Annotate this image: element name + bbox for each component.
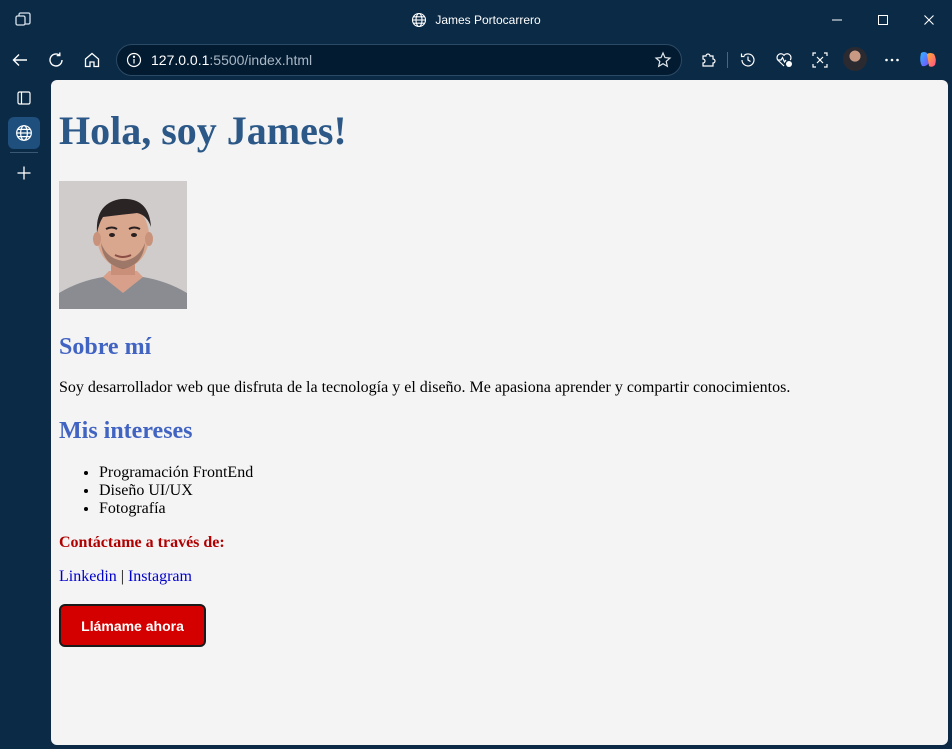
globe-icon — [16, 125, 32, 141]
home-icon — [84, 52, 100, 68]
back-button[interactable] — [6, 46, 34, 74]
profile-photo — [59, 181, 187, 309]
toolbar-divider — [727, 52, 728, 68]
interests-title: Mis intereses — [59, 418, 193, 444]
address-bar[interactable]: 127.0.0.1:5500/index.html — [116, 44, 682, 76]
page-heading: Hola, soy James! — [59, 108, 347, 153]
window-title: James Portocarrero — [435, 13, 541, 27]
back-arrow-icon — [12, 54, 27, 66]
title-bar: James Portocarrero — [0, 0, 952, 40]
refresh-button[interactable] — [42, 46, 70, 74]
vertical-tab-rail — [0, 80, 48, 749]
globe-icon — [412, 12, 427, 28]
screenshot-icon — [812, 52, 828, 68]
browser-toolbar: 127.0.0.1:5500/index.html — [0, 40, 952, 80]
copilot-button[interactable] — [914, 46, 942, 74]
screenshot-button[interactable] — [806, 46, 834, 74]
maximize-button[interactable] — [860, 0, 906, 40]
url-host: 127.0.0.1 — [151, 52, 210, 68]
tab-actions-icon — [17, 91, 31, 105]
linkedin-link[interactable]: Linkedin — [59, 568, 117, 585]
heart-pulse-icon — [776, 53, 792, 67]
instagram-link[interactable]: Instagram — [128, 568, 192, 585]
history-button[interactable] — [734, 46, 762, 74]
list-item: Diseño UI/UX — [99, 482, 253, 500]
window-title-area: James Portocarrero — [0, 0, 952, 40]
refresh-icon — [49, 52, 63, 67]
history-icon — [740, 53, 755, 67]
profile-avatar[interactable] — [843, 47, 867, 71]
url-path: :5500/index.html — [209, 52, 313, 68]
about-title: Sobre mí — [59, 334, 152, 360]
tab-actions-button[interactable] — [8, 82, 40, 114]
rail-divider — [10, 152, 38, 153]
page-viewport: Hola, soy James! Sobre mí Soy desarrolla… — [51, 80, 948, 745]
link-separator: | — [120, 568, 124, 585]
list-item: Fotografía — [99, 500, 253, 518]
home-button[interactable] — [78, 46, 106, 74]
social-links: Linkedin | Instagram — [59, 568, 192, 586]
more-menu-button[interactable] — [878, 46, 906, 74]
site-info-icon[interactable] — [126, 52, 142, 68]
contact-title: Contáctame a través de: — [59, 534, 225, 551]
puzzle-icon — [702, 53, 716, 67]
url-text[interactable]: 127.0.0.1:5500/index.html — [151, 45, 312, 75]
copilot-icon — [920, 52, 936, 67]
minimize-button[interactable] — [814, 0, 860, 40]
close-button[interactable] — [906, 0, 952, 40]
plus-icon — [17, 166, 31, 180]
about-text: Soy desarrollador web que disfruta de la… — [59, 379, 791, 396]
extensions-button[interactable] — [694, 46, 722, 74]
interests-list: Programación FrontEnd Diseño UI/UX Fotog… — [59, 464, 253, 518]
new-tab-button[interactable] — [8, 157, 40, 189]
browser-essentials-button[interactable] — [770, 46, 798, 74]
favorite-star-icon[interactable] — [654, 51, 672, 69]
list-item: Programación FrontEnd — [99, 464, 253, 482]
active-tab[interactable] — [8, 117, 40, 149]
call-now-button[interactable]: Llámame ahora — [59, 604, 206, 647]
more-dots-icon — [885, 58, 899, 62]
